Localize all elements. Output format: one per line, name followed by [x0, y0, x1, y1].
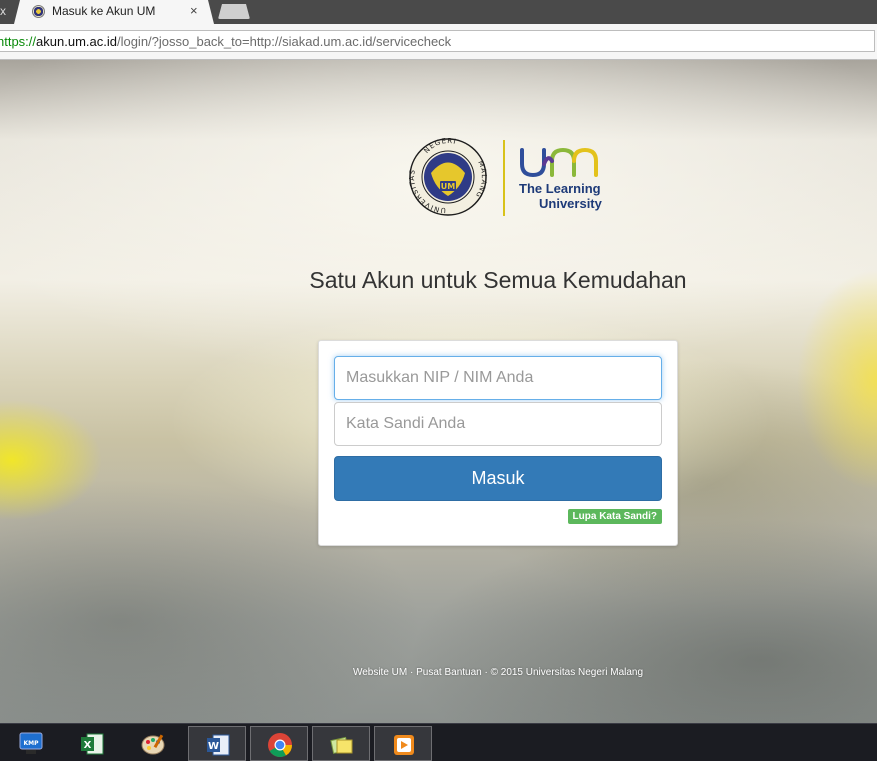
um-favicon-icon [32, 5, 45, 18]
url-host: akun.um.ac.id [36, 34, 117, 49]
logo-divider [503, 140, 505, 216]
taskbar-kmplayer[interactable]: KMP [2, 726, 60, 761]
page-headline: Satu Akun untuk Semua Kemudahan [309, 267, 687, 293]
svg-text:W: W [208, 741, 219, 752]
logo-tagline-2: University [539, 196, 602, 211]
media-player-icon [394, 735, 414, 755]
login-button[interactable]: Masuk [334, 456, 662, 501]
svg-text:X: X [84, 740, 92, 751]
word-icon: W [207, 734, 230, 756]
chrome-icon [268, 733, 292, 758]
taskbar-media-player[interactable] [374, 726, 432, 761]
browser-tab[interactable]: Masuk ke Akun UM × [14, 0, 214, 24]
tab-title: Masuk ke Akun UM [52, 4, 156, 18]
logo-tagline-1: The Learning [519, 181, 601, 196]
taskbar-excel[interactable]: X [63, 726, 121, 761]
um-logo-mark [520, 147, 598, 178]
url-text: https://akun.um.ac.id/login/?josso_back_… [0, 34, 451, 49]
url-field[interactable]: https://akun.um.ac.id/login/?josso_back_… [0, 30, 875, 52]
taskbar: KMP X W [0, 723, 877, 761]
page-viewport: UNIVERSITAS NEGERI MALANG UM The Learnin… [0, 60, 877, 723]
university-seal-logo: UNIVERSITAS NEGERI MALANG UM [409, 138, 487, 216]
taskbar-notes[interactable] [312, 726, 370, 761]
login-form: Masuk Lupa Kata Sandi? [318, 340, 678, 546]
username-input[interactable] [334, 356, 662, 400]
taskbar-chrome[interactable] [250, 726, 308, 761]
forgot-password-link[interactable]: Lupa Kata Sandi? [567, 509, 662, 524]
svg-text:KMP: KMP [23, 740, 39, 747]
excel-icon: X [81, 733, 104, 755]
taskbar-paint[interactable] [125, 726, 183, 761]
tab-close-icon[interactable]: × [190, 3, 198, 19]
page-footer: Website UM · Pusat Bantuan · © 2015 Univ… [352, 667, 644, 678]
url-protocol: https:// [0, 34, 37, 49]
taskbar-word[interactable]: W [188, 726, 246, 761]
address-bar: https://akun.um.ac.id/login/?josso_back_… [0, 24, 877, 60]
notes-icon [330, 736, 353, 754]
browser-tab-strip: x Masuk ke Akun UM × [0, 0, 877, 24]
kmplayer-icon: KMP [19, 732, 43, 754]
new-tab-button[interactable] [218, 4, 250, 19]
url-path: /login/?josso_back_to=http://siakad.um.a… [116, 34, 452, 49]
paint-icon [141, 734, 165, 755]
password-input[interactable] [334, 402, 662, 446]
prev-tab-close-icon[interactable]: x [0, 3, 14, 19]
seal-center-text: UM [441, 182, 455, 191]
